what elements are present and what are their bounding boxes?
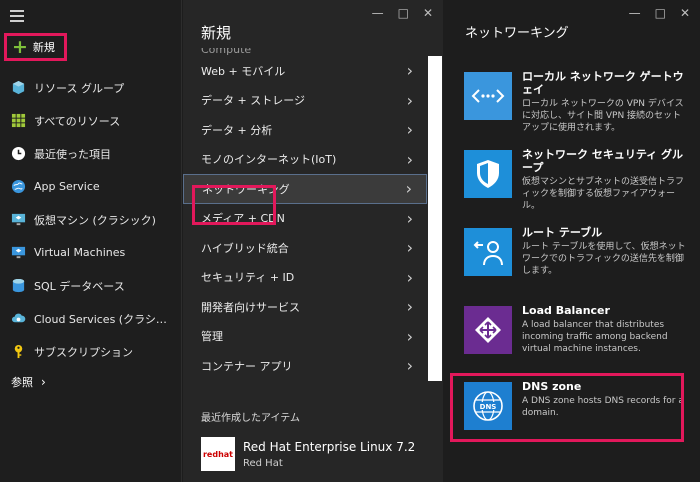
maximize-icon[interactable]: □ (655, 6, 666, 20)
card-route-table[interactable]: ルート テーブル ルート テーブルを使用して、仮想ネットワークでのトラフィックの送… (464, 226, 694, 286)
new-button-label: 新規 (32, 41, 55, 54)
chevron-right-icon: › (406, 356, 413, 376)
browse-link[interactable]: 参照 › (0, 368, 182, 396)
redhat-logo-icon: redhat (201, 437, 235, 471)
globe-icon (11, 179, 26, 194)
recent-item[interactable]: redhat Red Hat Enterprise Linux 7.2 Red … (201, 437, 415, 471)
close-icon[interactable]: ✕ (423, 6, 433, 20)
sidebar-item-virtual-machines[interactable]: Virtual Machines (0, 236, 182, 269)
shield-icon (464, 150, 512, 198)
sidebar: + 新規 リソース グループ すべてのリソース 最近使った項目 App Serv… (0, 0, 182, 482)
chevron-right-icon: › (405, 179, 412, 199)
menu-item-data-analytics[interactable]: データ + 分析 › (183, 115, 427, 145)
vm-icon (11, 246, 26, 259)
sidebar-item-vm-classic[interactable]: 仮想マシン (クラシック) (0, 203, 182, 236)
load-balancer-icon (464, 306, 512, 354)
dns-zone-highlight (450, 373, 684, 442)
menu-item-compute[interactable]: Compute (201, 48, 251, 56)
chevron-right-icon: › (406, 297, 413, 317)
key-icon (14, 344, 23, 359)
chevron-right-icon: › (406, 149, 413, 169)
minimize-icon[interactable]: — (629, 6, 641, 20)
sidebar-item-sql-database[interactable]: SQL データベース (0, 269, 182, 302)
menu-item-data-storage[interactable]: データ + ストレージ › (183, 86, 427, 116)
new-blade-title: 新規 (201, 24, 232, 42)
networking-blade-controls: — □ ✕ (629, 6, 690, 20)
chevron-right-icon: › (406, 326, 413, 346)
card-network-security-group[interactable]: ネットワーク セキュリティ グループ 仮想マシンとサブネットの送受信トラフィックを… (464, 148, 694, 211)
sql-icon (12, 278, 25, 293)
networking-blade-title: ネットワーキング (465, 26, 569, 41)
sidebar-item-recent[interactable]: 最近使った項目 (0, 137, 182, 170)
minimize-icon[interactable]: — (372, 6, 384, 20)
new-blade-controls: — □ ✕ (372, 6, 433, 20)
chevron-right-icon: › (41, 375, 46, 389)
recent-item-subtitle: Red Hat (243, 457, 283, 469)
new-blade: 新規 — □ ✕ Compute Web + モバイル › データ + ストレージ… (183, 0, 443, 482)
card-local-network-gateway[interactable]: ローカル ネットワーク ゲートウェイ ローカル ネットワークの VPN デバイスに… (464, 70, 694, 133)
chevron-right-icon: › (406, 238, 413, 258)
sidebar-item-all-resources[interactable]: すべてのリソース (0, 104, 182, 137)
maximize-icon[interactable]: □ (398, 6, 409, 20)
menu-item-developer[interactable]: 開発者向けサービス › (183, 292, 427, 322)
sidebar-item-resource-groups[interactable]: リソース グループ (0, 71, 182, 104)
plus-icon: + (12, 35, 28, 58)
close-icon[interactable]: ✕ (680, 6, 690, 20)
chevron-right-icon: › (406, 61, 413, 81)
recent-item-title: Red Hat Enterprise Linux 7.2 (243, 439, 416, 454)
sidebar-item-cloud-services[interactable]: Cloud Services (クラシ… (0, 302, 182, 335)
chevron-right-icon: › (406, 90, 413, 110)
new-button[interactable]: + 新規 (4, 33, 67, 61)
menu-item-containers[interactable]: コンテナー アプリ › (183, 351, 427, 381)
hamburger-menu-icon[interactable] (10, 10, 24, 22)
gateway-icon (464, 72, 512, 120)
vm-classic-icon (11, 213, 26, 226)
menu-item-web-mobile[interactable]: Web + モバイル › (183, 56, 427, 86)
sidebar-item-app-service[interactable]: App Service (0, 170, 182, 203)
menu-item-hybrid[interactable]: ハイブリッド統合 › (183, 233, 427, 263)
cloud-icon (11, 313, 26, 323)
chevron-right-icon: › (406, 120, 413, 140)
sidebar-list: リソース グループ すべてのリソース 最近使った項目 App Service 仮… (0, 71, 182, 396)
menu-item-security-id[interactable]: セキュリティ + ID › (183, 263, 427, 293)
card-load-balancer[interactable]: Load Balancer A load balancer that distri… (464, 304, 694, 364)
menu-item-management[interactable]: 管理 › (183, 322, 427, 352)
route-icon (464, 228, 512, 276)
networking-highlight (192, 185, 276, 225)
all-resources-icon (11, 113, 26, 128)
resource-group-icon (12, 80, 25, 95)
clock-icon (11, 146, 26, 161)
sidebar-item-subscriptions[interactable]: サブスクリプション (0, 335, 182, 368)
menu-item-iot[interactable]: モノのインターネット(IoT) › (183, 145, 427, 175)
recent-heading: 最近作成したアイテム (201, 413, 300, 424)
chevron-right-icon: › (406, 208, 413, 228)
scrollbar[interactable] (428, 56, 442, 381)
chevron-right-icon: › (406, 267, 413, 287)
